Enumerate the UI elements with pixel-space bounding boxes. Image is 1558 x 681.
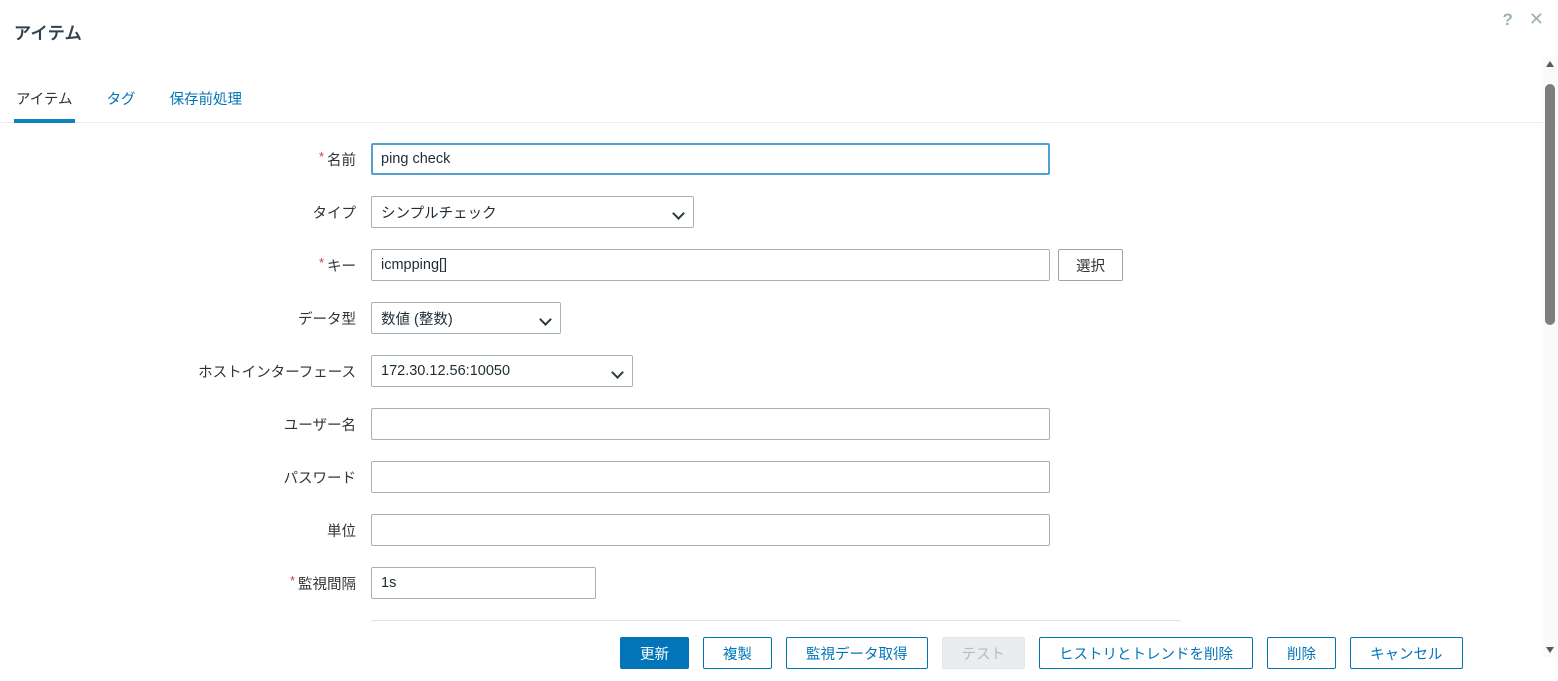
tab-tags[interactable]: タグ	[105, 88, 138, 122]
value-type-label: データ型	[0, 308, 356, 329]
key-label: *キー	[0, 255, 356, 276]
form-row-username: ユーザー名	[0, 408, 1558, 440]
clone-button[interactable]: 複製	[703, 637, 772, 669]
required-marker: *	[290, 573, 295, 588]
username-input[interactable]	[371, 408, 1050, 440]
item-dialog: アイテム ? ✕ アイテム タグ 保存前処理 *名前 タイプ シンプルチェック …	[0, 0, 1558, 624]
cancel-button[interactable]: キャンセル	[1350, 637, 1463, 669]
host-interface-label: ホストインターフェース	[0, 361, 356, 382]
scroll-down-arrow-icon[interactable]	[1546, 647, 1554, 653]
dialog-header: アイテム ? ✕	[0, 0, 1558, 88]
value-type-select-value: 数値 (整数)	[381, 308, 453, 329]
chevron-down-icon	[541, 315, 550, 324]
dialog-title: アイテム	[14, 19, 1544, 44]
password-input[interactable]	[371, 461, 1050, 493]
units-label: 単位	[0, 520, 356, 541]
chevron-down-icon	[674, 209, 683, 218]
key-select-button[interactable]: 選択	[1058, 249, 1123, 281]
clear-history-trends-button[interactable]: ヒストリとトレンドを削除	[1039, 637, 1253, 669]
password-label: パスワード	[0, 467, 356, 488]
form-row-units: 単位	[0, 514, 1558, 546]
name-label: *名前	[0, 149, 356, 170]
dialog-footer: 更新 複製 監視データ取得 テスト ヒストリとトレンドを削除 削除 キャンセル	[0, 622, 1558, 681]
form-row-type: タイプ シンプルチェック	[0, 196, 1558, 228]
test-button: テスト	[942, 637, 1026, 669]
host-interface-select-value: 172.30.12.56:10050	[381, 363, 510, 379]
tab-preprocessing[interactable]: 保存前処理	[168, 88, 245, 122]
form-row-value-type: データ型 数値 (整数)	[0, 302, 1558, 334]
units-input[interactable]	[371, 514, 1050, 546]
help-icon[interactable]: ?	[1503, 11, 1513, 28]
name-input[interactable]	[371, 143, 1050, 175]
item-form: *名前 タイプ シンプルチェック *キー 選択 データ型 数値 (整数) ホスト…	[0, 123, 1558, 624]
host-interface-select[interactable]: 172.30.12.56:10050	[371, 355, 633, 387]
header-icons: ? ✕	[1503, 10, 1544, 28]
type-label: タイプ	[0, 202, 356, 223]
required-marker: *	[319, 255, 324, 270]
tab-bar: アイテム タグ 保存前処理	[0, 88, 1558, 123]
delete-button[interactable]: 削除	[1267, 637, 1336, 669]
update-interval-input[interactable]	[371, 567, 596, 599]
close-icon[interactable]: ✕	[1529, 10, 1544, 28]
type-select-value: シンプルチェック	[381, 202, 497, 223]
form-row-name: *名前	[0, 143, 1558, 175]
form-row-password: パスワード	[0, 461, 1558, 493]
scrollbar-thumb[interactable]	[1545, 84, 1555, 325]
vertical-scrollbar[interactable]	[1543, 57, 1557, 657]
chevron-down-icon	[613, 368, 622, 377]
tab-item[interactable]: アイテム	[14, 88, 75, 122]
form-row-update-interval: *監視間隔	[0, 567, 1558, 599]
required-marker: *	[319, 149, 324, 164]
username-label: ユーザー名	[0, 414, 356, 435]
type-select[interactable]: シンプルチェック	[371, 196, 694, 228]
form-row-key: *キー 選択	[0, 249, 1558, 281]
scroll-up-arrow-icon[interactable]	[1546, 61, 1554, 67]
update-button[interactable]: 更新	[620, 637, 689, 669]
get-latest-data-button[interactable]: 監視データ取得	[786, 637, 928, 669]
update-interval-label: *監視間隔	[0, 573, 356, 594]
key-input[interactable]	[371, 249, 1050, 281]
value-type-select[interactable]: 数値 (整数)	[371, 302, 561, 334]
form-row-host-interface: ホストインターフェース 172.30.12.56:10050	[0, 355, 1558, 387]
